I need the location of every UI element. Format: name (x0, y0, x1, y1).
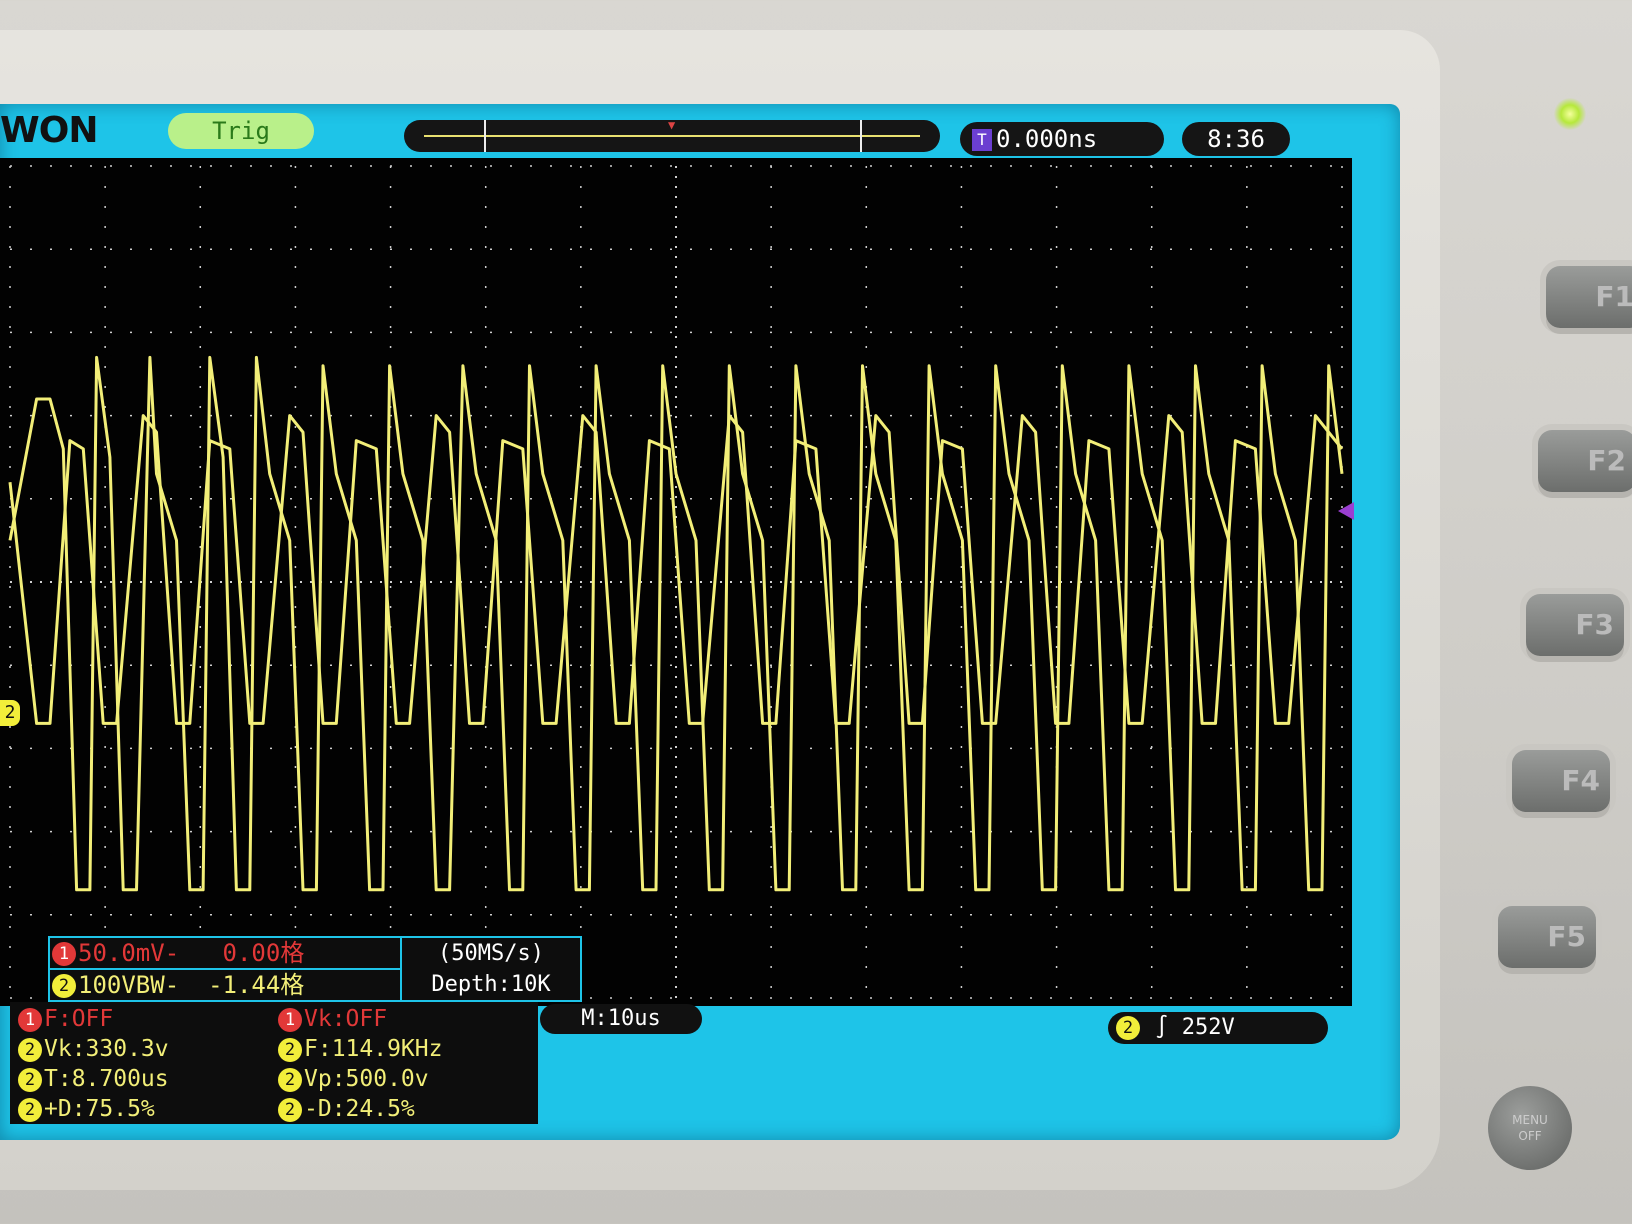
clock: 8:36 (1182, 122, 1290, 156)
trigger-position-mark: ▼ (668, 118, 676, 132)
measurement-item: 1 F:OFF (16, 1006, 113, 1032)
measurement-value: -D:24.5% (304, 1096, 415, 1122)
ch1-scale: 50.0mV- (78, 939, 180, 967)
timebase-readout: M:10us (540, 1004, 702, 1034)
f5-button[interactable]: F5 (1498, 906, 1596, 968)
memory-depth: Depth:10K (431, 972, 551, 997)
f1-button[interactable]: F1 (1546, 266, 1632, 328)
measurement-value: Vk:330.3v (44, 1036, 169, 1062)
trigger-level-marker (1338, 502, 1354, 520)
channel-info-box: 1 50.0mV- 0.00格 2 100VBW- -1.44格 (48, 936, 402, 1002)
ch1-badge: 1 (278, 1007, 302, 1032)
trigger-channel-badge: 2 (1116, 1016, 1140, 1040)
rising-edge-icon: ∫ (1155, 1015, 1169, 1040)
timebar-line (424, 135, 920, 137)
trig-status: Trig (168, 113, 314, 149)
ch2-offset: -1.44格 (208, 971, 305, 999)
measurement-value: F:114.9KHz (304, 1036, 443, 1062)
measurement-item: 2 F:114.9KHz (276, 1036, 442, 1062)
sample-info-box: (50MS/s) Depth:10K (400, 936, 582, 1002)
measurement-item: 1 Vk:OFF (276, 1006, 387, 1032)
menu-off-label-bottom: OFF (1518, 1129, 1542, 1143)
measurement-item: 2 +D:75.5% (16, 1096, 155, 1122)
channel-1-info: 1 50.0mV- 0.00格 (50, 938, 400, 970)
brand-logo: WON (0, 110, 98, 151)
ch2-scale: 100VBW- (78, 971, 180, 999)
channel-2-info: 2 100VBW- -1.44格 (50, 970, 400, 1000)
trigger-badge: T (972, 129, 992, 151)
trigger-time-value: 0.000ns (996, 125, 1098, 153)
timebase-position-bar: ▼ (404, 118, 940, 152)
ch2-badge: 2 (278, 1097, 302, 1122)
waveform-svg (8, 165, 1344, 999)
measurement-item: 2 Vp:500.0v (276, 1066, 429, 1092)
ch1-badge: 1 (18, 1007, 42, 1032)
ch1-offset: 0.00格 (222, 939, 305, 967)
ch2-badge: 2 (278, 1037, 302, 1062)
timebar-tick-right (860, 120, 862, 152)
measurement-item: 2 Vk:330.3v (16, 1036, 169, 1062)
waveform-display (0, 158, 1352, 1006)
trigger-time-readout: T 0.000ns (960, 122, 1164, 156)
sample-rate: (50MS/s) (438, 941, 544, 966)
f2-button[interactable]: F2 (1538, 430, 1632, 492)
measurement-panel: 1 F:OFF 2 Vk:330.3v 2 T:8.700us 2 +D:75.5% 1… (10, 1002, 538, 1124)
ch2-ground-marker: 2 (0, 700, 20, 726)
ch2-badge: 2 (18, 1067, 42, 1092)
measurement-value: T:8.700us (44, 1066, 169, 1092)
measurement-value: F:OFF (44, 1006, 114, 1032)
f3-button[interactable]: F3 (1526, 594, 1624, 656)
trigger-level-value: 252V (1181, 1015, 1235, 1040)
measurement-value: Vk:OFF (304, 1006, 388, 1032)
measurement-value: Vp:500.0v (304, 1066, 429, 1092)
menu-off-label-top: MENU (1512, 1113, 1548, 1127)
power-led (1554, 98, 1586, 130)
ch2-badge: 2 (52, 974, 76, 998)
timebar-tick-left (484, 120, 486, 152)
menu-off-button[interactable]: MENU OFF (1488, 1086, 1572, 1170)
measurement-value: +D:75.5% (44, 1096, 155, 1122)
ch1-badge: 1 (52, 942, 76, 966)
ch2-badge: 2 (18, 1097, 42, 1122)
ch2-badge: 2 (278, 1067, 302, 1092)
f4-button[interactable]: F4 (1512, 750, 1610, 812)
measurement-item: 2 -D:24.5% (276, 1096, 415, 1122)
measurement-item: 2 T:8.700us (16, 1066, 169, 1092)
trigger-level-readout: 2 ∫ 252V (1108, 1012, 1328, 1044)
ch2-badge: 2 (18, 1037, 42, 1062)
